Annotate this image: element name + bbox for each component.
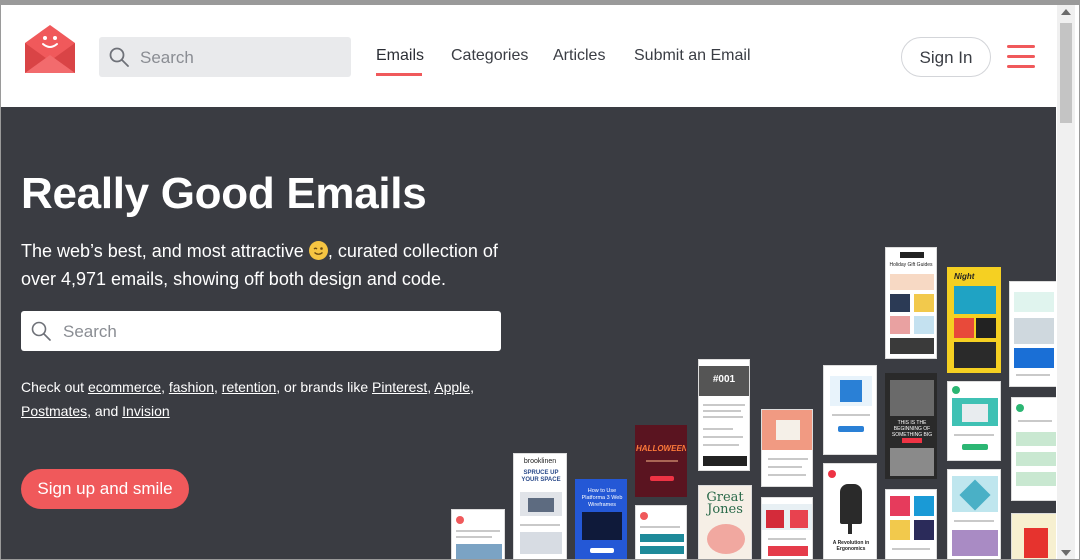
sign-up-button[interactable]: Sign up and smile [21,469,189,509]
quick-links: Check out ecommerce, fashion, retention,… [21,379,474,419]
email-thumbnail[interactable] [947,469,1001,559]
page-scrollbar[interactable] [1057,5,1075,559]
quick-links-brands-text: , or brands like [276,379,369,395]
email-thumbnail[interactable]: #001 [698,359,750,471]
sign-in-button[interactable]: Sign In [901,37,991,77]
nav-active-indicator [376,73,422,76]
quick-links-and-text: , and [87,403,119,419]
email-thumbnail[interactable] [1009,281,1056,387]
scroll-up-icon[interactable] [1061,9,1071,15]
quick-links-intro: Check out [21,379,85,395]
email-thumbnail[interactable]: HALLOWEEN [635,425,687,497]
thumbnail-brooklinen: brooklinen [523,458,557,465]
scrollbar-thumb[interactable] [1060,23,1072,123]
hero-title: Really Good Emails [21,169,427,218]
email-thumbnail[interactable] [947,381,1001,461]
email-thumbnail[interactable]: THIS IS THE BEGINNING OF SOMETHING BIG [885,373,937,479]
search-icon [31,321,51,341]
email-thumbnail[interactable]: Holiday Gift Guides [885,247,937,359]
browser-viewport: Search Emails Categories Articles Submit… [0,0,1080,560]
scroll-down-icon[interactable] [1061,550,1071,556]
link-fashion[interactable]: fashion [169,379,214,395]
email-thumbnail[interactable] [761,497,813,559]
link-pinterest[interactable]: Pinterest [372,379,427,395]
link-retention[interactable]: retention [222,379,276,395]
link-invision[interactable]: Invision [122,403,169,419]
email-thumbnail[interactable]: Night [947,267,1001,373]
sign-up-label: Sign up and smile [37,479,173,498]
thumbnail-001: #001 [712,374,736,385]
link-postmates[interactable]: Postmates [21,403,87,419]
hero-tagline: The web’s best, and most attractive , cu… [21,237,501,293]
nav-categories[interactable]: Categories [451,47,528,65]
email-thumbnail[interactable] [1011,397,1056,501]
email-thumbnail[interactable] [761,409,813,487]
nav-articles[interactable]: Articles [553,47,605,65]
thumbnail-spruce: SPRUCE UP YOUR SPACE [521,470,561,483]
hamburger-icon[interactable] [1007,45,1035,69]
header-search-placeholder: Search [140,48,194,67]
thumbnail-halloween: HALLOWEEN [636,444,687,453]
thumbnail-platforma: How to Use Platforma 3 Web Wireframes [581,488,623,508]
email-thumbnail[interactable] [635,505,687,559]
header-search-input[interactable]: Search [99,37,351,77]
email-thumbnail[interactable]: How to Use Platforma 3 Web Wireframes [575,479,627,559]
tagline-text-1: The web’s best, and most attractive [21,241,304,261]
winking-face-icon [308,241,328,260]
hero-search-placeholder: Search [63,322,117,341]
email-thumbnail[interactable] [885,489,937,559]
thumbnail-holiday: Holiday Gift Guides [889,262,933,268]
envelope-smile-logo[interactable] [21,19,79,77]
thumbnail-beginning: THIS IS THE BEGINNING OF SOMETHING BIG [891,420,933,438]
site-header: Search Emails Categories Articles Submit… [1,5,1056,108]
email-thumbnail[interactable]: brooklinen SPRUCE UP YOUR SPACE [513,453,567,559]
search-icon [109,47,129,67]
email-thumbnail[interactable] [823,365,877,455]
thumbnail-ergonomics: A Revolution in Ergonomics [832,540,870,552]
email-thumbnail[interactable]: A Revolution in Ergonomics [823,463,877,559]
nav-submit-email[interactable]: Submit an Email [634,47,751,65]
link-ecommerce[interactable]: ecommerce [88,379,161,395]
email-thumbnail[interactable] [451,509,505,559]
nav-emails[interactable]: Emails [376,47,424,65]
hero-search-input[interactable]: Search [21,311,501,351]
link-apple[interactable]: Apple [434,379,470,395]
thumbnail-night: Night [954,272,975,281]
thumbnail-great-jones: Great Jones [706,490,744,517]
email-thumbnail[interactable]: Great Jones [698,485,752,559]
sign-in-label: Sign In [919,48,973,67]
hero-section: Really Good Emails The web’s best, and m… [1,107,1056,559]
email-thumbnail[interactable] [1011,513,1056,559]
